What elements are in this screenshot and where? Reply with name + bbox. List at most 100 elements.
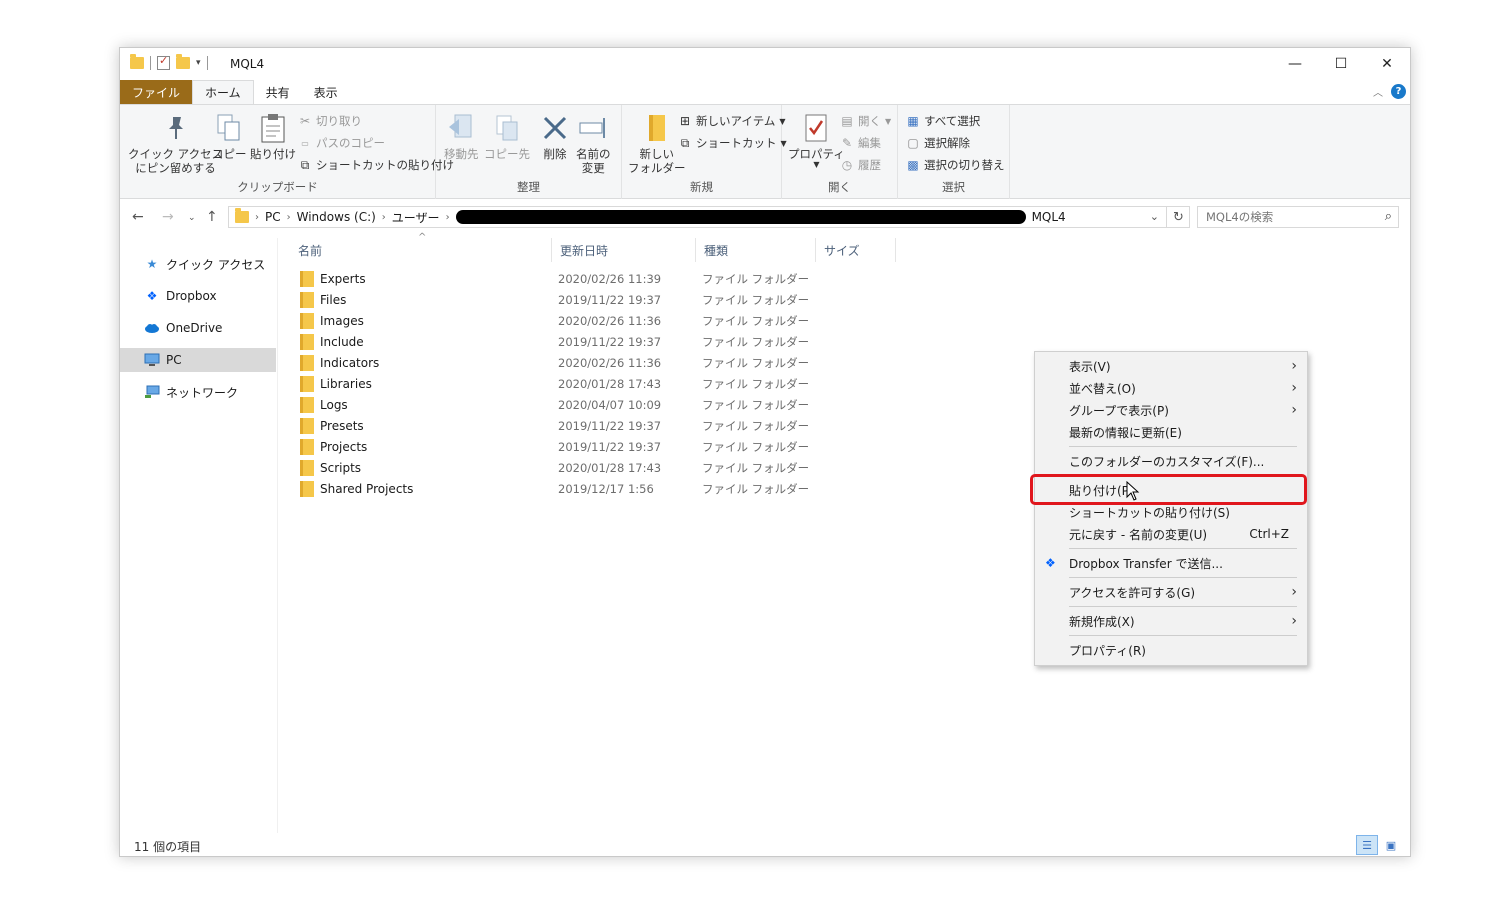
file-row[interactable]: Libraries 2020/01/28 17:43 ファイル フォルダー	[290, 373, 890, 394]
new-item-button[interactable]: ⊞ 新しいアイテム ▼	[678, 111, 786, 131]
chevron-right-icon[interactable]: ›	[255, 212, 259, 223]
column-header-date[interactable]: 更新日時	[552, 238, 696, 262]
nav-item-pc[interactable]: PC	[120, 348, 276, 372]
column-header-size[interactable]: サイズ	[816, 238, 896, 262]
back-arrow-icon[interactable]: ←	[132, 209, 144, 225]
select-all-button[interactable]: ▦ すべて選択	[906, 111, 980, 131]
menu-item-dropbox-transfer[interactable]: ❖ Dropbox Transfer で送信...	[1035, 552, 1307, 574]
recent-locations-icon[interactable]: ⌄	[188, 213, 196, 223]
menu-item-refresh[interactable]: 最新の情報に更新(E)	[1035, 421, 1307, 443]
properties-icon[interactable]	[157, 54, 170, 70]
pin-icon	[161, 111, 191, 145]
file-row[interactable]: Scripts 2020/01/28 17:43 ファイル フォルダー	[290, 457, 890, 478]
tab-file[interactable]: ファイル	[120, 80, 193, 104]
close-button[interactable]: ✕	[1364, 48, 1410, 80]
tab-share[interactable]: 共有	[254, 80, 302, 104]
file-name: Shared Projects	[320, 481, 414, 496]
ribbon-options: ︿ ?	[1373, 84, 1406, 99]
breadcrumb-pc[interactable]: PC	[265, 210, 281, 224]
chevron-right-icon[interactable]: ›	[382, 212, 386, 223]
paste-button[interactable]: 貼り付け	[250, 111, 296, 161]
open-group: プロパティ ▼ ▤ 開く ▼ ✎ 編集 ◷ 履歴 開く	[782, 105, 898, 199]
help-icon[interactable]: ?	[1391, 84, 1406, 99]
file-row[interactable]: Indicators 2020/02/26 11:36 ファイル フォルダー	[290, 352, 890, 373]
file-date: 2020/04/07 10:09	[558, 397, 662, 412]
copy-button[interactable]: コピー	[212, 111, 247, 161]
breadcrumb-current[interactable]: MQL4	[1032, 210, 1066, 224]
minimize-button[interactable]: —	[1272, 48, 1318, 80]
new-folder-icon[interactable]	[176, 54, 190, 69]
maximize-button[interactable]: ☐	[1318, 48, 1364, 80]
invert-selection-icon: ▩	[907, 158, 919, 172]
paste-shortcut-button[interactable]: ⧉ ショートカットの貼り付け	[298, 155, 454, 175]
menu-item-give-access[interactable]: アクセスを許可する(G) ›	[1035, 581, 1307, 603]
breadcrumb-users[interactable]: ユーザー	[392, 209, 440, 226]
file-row[interactable]: Experts 2020/02/26 11:39 ファイル フォルダー	[290, 268, 890, 289]
copy-path-button[interactable]: ▭ パスのコピー	[298, 133, 385, 153]
select-none-label: 選択解除	[924, 136, 970, 150]
chevron-down-icon[interactable]: ⌄	[1150, 210, 1159, 223]
breadcrumb-drive[interactable]: Windows (C:)	[297, 210, 376, 224]
history-button[interactable]: ◷ 履歴	[840, 155, 881, 175]
menu-item-sort[interactable]: 並べ替え(O) ›	[1035, 377, 1307, 399]
file-row[interactable]: Projects 2019/11/22 19:37 ファイル フォルダー	[290, 436, 890, 457]
rename-button[interactable]: 名前の 変更	[576, 111, 611, 175]
menu-item-label: 元に戻す - 名前の変更(U)	[1069, 527, 1208, 542]
file-date: 2019/12/17 1:56	[558, 481, 654, 496]
up-arrow-icon[interactable]: ↑	[206, 209, 218, 225]
large-icons-view-icon[interactable]: ▣	[1380, 835, 1402, 855]
file-row[interactable]: Images 2020/02/26 11:36 ファイル フォルダー	[290, 310, 890, 331]
column-header-type[interactable]: 種類	[696, 238, 816, 262]
menu-item-undo[interactable]: 元に戻す - 名前の変更(U) Ctrl+Z	[1035, 523, 1307, 545]
properties-button[interactable]: プロパティ ▼	[788, 111, 845, 169]
forward-arrow-icon[interactable]: →	[162, 209, 174, 225]
cut-button[interactable]: ✂ 切り取り	[298, 111, 362, 131]
dropbox-icon: ❖	[146, 289, 158, 303]
new-shortcut-button[interactable]: ⧉ ショートカット ▼	[678, 133, 787, 153]
details-view-icon[interactable]: ☰	[1356, 835, 1378, 855]
qat-dropdown-icon[interactable]: ▾	[196, 58, 201, 68]
chevron-right-icon: ›	[1291, 584, 1297, 600]
chevron-right-icon[interactable]: ›	[287, 212, 291, 223]
nav-item-network[interactable]: ネットワーク	[120, 380, 276, 404]
menu-item-label: Dropbox Transfer で送信...	[1069, 556, 1223, 571]
nav-item-dropbox[interactable]: ❖ Dropbox	[120, 284, 276, 308]
menu-item-customize[interactable]: このフォルダーのカスタマイズ(F)...	[1035, 450, 1307, 472]
refresh-icon[interactable]: ↻	[1166, 206, 1190, 228]
ribbon-collapse-icon[interactable]: ︿	[1373, 84, 1383, 99]
menu-item-new[interactable]: 新規作成(X) ›	[1035, 610, 1307, 632]
tab-view[interactable]: 表示	[302, 80, 350, 104]
file-row[interactable]: Logs 2020/04/07 10:09 ファイル フォルダー	[290, 394, 890, 415]
file-name: Indicators	[320, 355, 380, 370]
network-icon	[144, 385, 160, 399]
invert-selection-button[interactable]: ▩ 選択の切り替え	[906, 155, 1004, 175]
pin-quick-access-button[interactable]: クイック アクセス にピン留めする	[128, 111, 223, 175]
nav-item-onedrive[interactable]: OneDrive	[120, 316, 276, 340]
file-date: 2019/11/22 19:37	[558, 292, 662, 307]
open-button[interactable]: ▤ 開く ▼	[840, 111, 891, 131]
file-type: ファイル フォルダー	[702, 418, 810, 433]
select-none-button[interactable]: ▢ 選択解除	[906, 133, 970, 153]
menu-item-group[interactable]: グループで表示(P) ›	[1035, 399, 1307, 421]
edit-button[interactable]: ✎ 編集	[840, 133, 881, 153]
copy-to-button[interactable]: コピー先	[484, 111, 530, 161]
file-type: ファイル フォルダー	[702, 271, 810, 286]
delete-button[interactable]: 削除	[540, 111, 570, 161]
column-header-name[interactable]: 名前	[290, 238, 552, 262]
file-row[interactable]: Files 2019/11/22 19:37 ファイル フォルダー	[290, 289, 890, 310]
menu-item-view[interactable]: 表示(V) ›	[1035, 355, 1307, 377]
address-bar[interactable]: › PC › Windows (C:) › ユーザー › MQL4 ⌄	[228, 206, 1190, 228]
search-icon[interactable]: ⌕	[1385, 209, 1392, 224]
file-row[interactable]: Shared Projects 2019/12/17 1:56 ファイル フォルダー	[290, 478, 890, 499]
file-row[interactable]: Include 2019/11/22 19:37 ファイル フォルダー	[290, 331, 890, 352]
file-type: ファイル フォルダー	[702, 334, 810, 349]
chevron-right-icon[interactable]: ›	[446, 212, 450, 223]
new-folder-button[interactable]: 新しい フォルダー	[628, 111, 686, 175]
nav-item-quick-access[interactable]: ★ クイック アクセス	[120, 252, 276, 276]
menu-item-properties[interactable]: プロパティ(R)	[1035, 639, 1307, 661]
file-row[interactable]: Presets 2019/11/22 19:37 ファイル フォルダー	[290, 415, 890, 436]
tab-home[interactable]: ホーム	[192, 80, 254, 104]
search-input[interactable]	[1198, 207, 1368, 227]
search-box[interactable]: ⌕	[1197, 206, 1399, 228]
move-to-button[interactable]: 移動先	[444, 111, 479, 161]
